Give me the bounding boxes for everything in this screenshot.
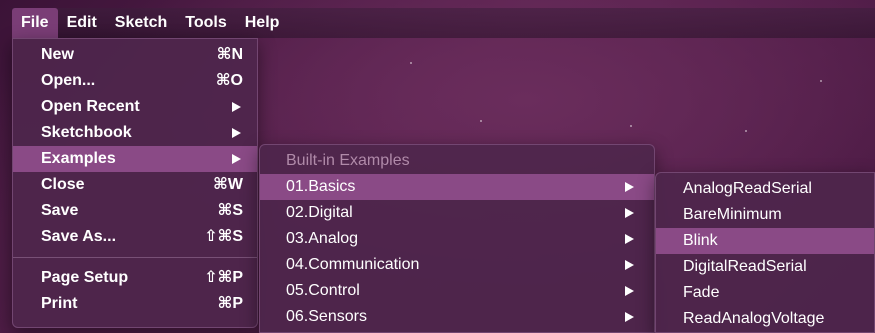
basics-submenu: AnalogReadSerial BareMinimum Blink Digit…	[655, 172, 875, 333]
menu-separator	[13, 257, 257, 258]
menu-item-fade[interactable]: Fade	[656, 280, 874, 306]
submenu-arrow-icon	[625, 234, 634, 244]
submenu-arrow-icon	[625, 208, 634, 218]
menu-item-page-setup[interactable]: Page Setup ⇧⌘P	[13, 265, 257, 291]
shortcut-label: ⌘S	[217, 202, 243, 219]
menu-item-label: New	[41, 46, 74, 63]
menu-item-label: Save As...	[41, 228, 117, 245]
submenu-arrow-icon	[625, 312, 634, 322]
menu-file[interactable]: File	[12, 8, 58, 38]
menu-item-02-digital[interactable]: 02.Digital	[260, 200, 654, 226]
submenu-arrow-icon	[625, 182, 634, 192]
menu-item-bare-minimum[interactable]: BareMinimum	[656, 202, 874, 228]
menu-tools[interactable]: Tools	[176, 8, 235, 38]
shortcut-label: ⌘O	[215, 72, 243, 89]
menu-item-label: 04.Communication	[286, 256, 420, 273]
menu-item-label: Page Setup	[41, 269, 129, 286]
shortcut-label: ⌘W	[213, 176, 243, 193]
shortcut-label: ⇧⌘S	[204, 228, 243, 245]
menu-sketch[interactable]: Sketch	[106, 8, 176, 38]
menu-bar: File Edit Sketch Tools Help	[12, 8, 875, 38]
menu-item-print[interactable]: Print ⌘P	[13, 291, 257, 317]
submenu-arrow-icon	[232, 128, 241, 138]
menu-item-label: Save	[41, 202, 79, 219]
menu-item-open-recent[interactable]: Open Recent	[13, 94, 257, 120]
background-star	[480, 120, 482, 122]
menu-item-save[interactable]: Save ⌘S	[13, 198, 257, 224]
menu-item-label: Open Recent	[41, 98, 140, 115]
background-star	[630, 125, 632, 127]
submenu-arrow-icon	[232, 154, 241, 164]
menu-item-label: Examples	[41, 150, 116, 167]
menu-item-04-communication[interactable]: 04.Communication	[260, 252, 654, 278]
menu-item-sketchbook[interactable]: Sketchbook	[13, 120, 257, 146]
submenu-arrow-icon	[232, 102, 241, 112]
menu-item-analog-read-serial[interactable]: AnalogReadSerial	[656, 176, 874, 202]
menu-item-label: 06.Sensors	[286, 308, 367, 325]
menu-item-blink[interactable]: Blink	[656, 228, 874, 254]
menu-item-read-analog-voltage[interactable]: ReadAnalogVoltage	[656, 306, 874, 332]
menu-help[interactable]: Help	[236, 8, 289, 38]
file-menu: New ⌘N Open... ⌘O Open Recent Sketchbook…	[12, 38, 258, 328]
menu-item-label: 02.Digital	[286, 204, 353, 221]
submenu-arrow-icon	[625, 260, 634, 270]
menu-item-01-basics[interactable]: 01.Basics	[260, 174, 654, 200]
menu-item-label: 03.Analog	[286, 230, 359, 247]
menu-item-label: Close	[41, 176, 85, 193]
menu-item-close[interactable]: Close ⌘W	[13, 172, 257, 198]
menu-item-save-as[interactable]: Save As... ⇧⌘S	[13, 224, 257, 250]
menu-edit[interactable]: Edit	[58, 8, 106, 38]
menu-item-06-sensors[interactable]: 06.Sensors	[260, 304, 654, 330]
menu-item-05-control[interactable]: 05.Control	[260, 278, 654, 304]
examples-header: Built-in Examples	[286, 152, 410, 169]
menu-item-examples[interactable]: Examples	[13, 146, 257, 172]
shortcut-label: ⌘P	[217, 295, 243, 312]
background-star	[820, 80, 822, 82]
menu-item-label: 01.Basics	[286, 178, 356, 195]
shortcut-label: ⌘N	[216, 46, 243, 63]
examples-submenu: Built-in Examples 01.Basics 02.Digital 0…	[259, 144, 655, 333]
shortcut-label: ⇧⌘P	[204, 269, 243, 286]
submenu-arrow-icon	[625, 286, 634, 296]
menu-item-label: Print	[41, 295, 78, 312]
menu-item-new[interactable]: New ⌘N	[13, 42, 257, 68]
menu-item-digital-read-serial[interactable]: DigitalReadSerial	[656, 254, 874, 280]
menu-item-label: Open...	[41, 72, 96, 89]
background-star	[410, 62, 412, 64]
menu-item-03-analog[interactable]: 03.Analog	[260, 226, 654, 252]
menu-item-label: 05.Control	[286, 282, 360, 299]
background-star	[745, 130, 747, 132]
menu-item-label: Sketchbook	[41, 124, 132, 141]
menu-item-open[interactable]: Open... ⌘O	[13, 68, 257, 94]
